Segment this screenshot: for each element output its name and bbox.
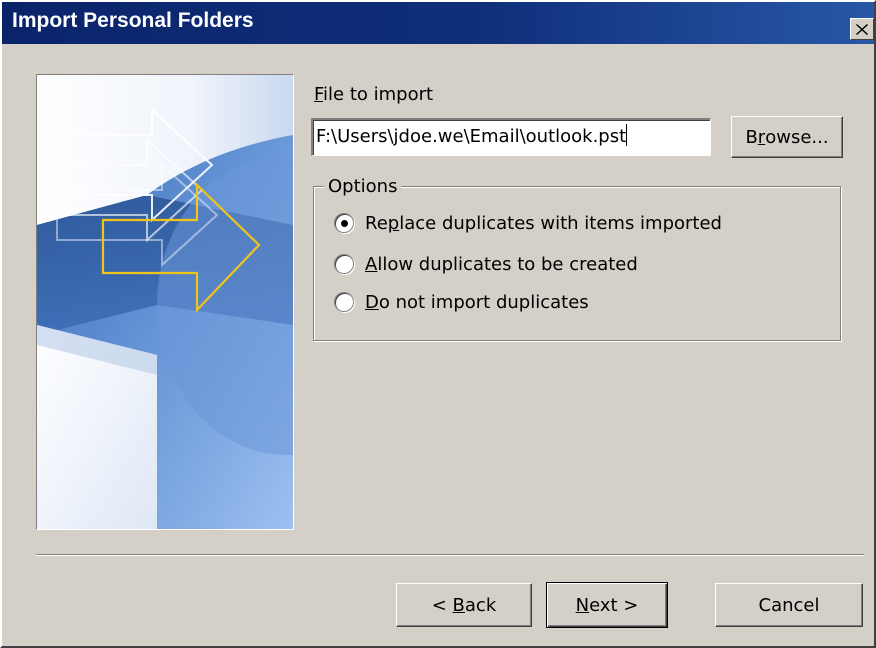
footer-separator <box>36 554 864 556</box>
radio-allow-duplicates[interactable]: Allow duplicates to be created <box>334 252 638 276</box>
radio-selected-dot <box>341 220 348 227</box>
radio-button[interactable] <box>334 292 354 312</box>
file-path-value: F:\Users\jdoe.we\Email\outlook.pst <box>316 126 627 147</box>
title-bar[interactable]: Import Personal Folders <box>2 2 874 44</box>
file-path-input[interactable]: F:\Users\jdoe.we\Email\outlook.pst <box>311 118 711 156</box>
radio-label: Allow duplicates to be created <box>365 253 638 275</box>
import-dialog-window: Import Personal Folders File to import F… <box>0 0 876 648</box>
radio-label: Replace duplicates with items imported <box>365 212 722 234</box>
radio-button[interactable] <box>334 254 354 274</box>
next-button[interactable]: Next > <box>546 582 668 628</box>
options-legend: Options <box>324 176 402 198</box>
radio-label: Do not import duplicates <box>365 291 589 313</box>
window-title: Import Personal Folders <box>12 9 254 32</box>
cancel-button[interactable]: Cancel <box>715 583 863 627</box>
back-button[interactable]: < Back <box>396 583 532 627</box>
radio-do-not-import-duplicates[interactable]: Do not import duplicates <box>334 290 589 314</box>
browse-button[interactable]: Br owse... <box>731 116 843 158</box>
text-caret <box>626 124 628 146</box>
close-icon <box>856 23 868 35</box>
radio-replace-duplicates[interactable]: Replace duplicates with items imported <box>334 211 722 235</box>
file-to-import-label: File to import <box>314 84 434 105</box>
close-button[interactable] <box>850 18 874 40</box>
radio-button[interactable] <box>334 213 354 233</box>
import-arrows-illustration <box>37 75 293 529</box>
wizard-side-graphic <box>36 74 294 530</box>
